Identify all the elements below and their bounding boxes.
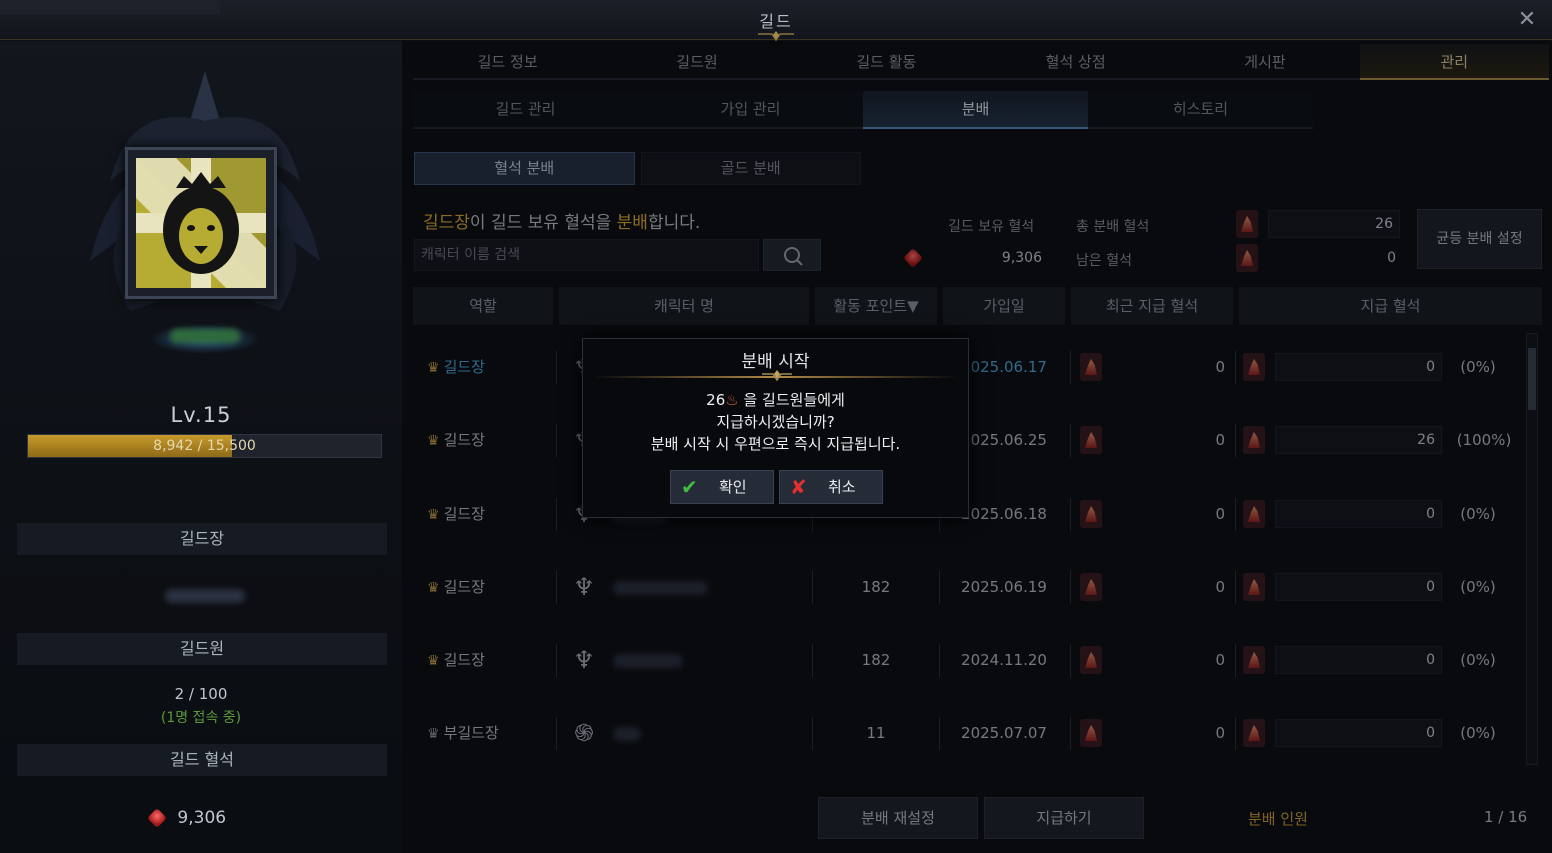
guild-members-count: 2 / 100 xyxy=(174,685,228,703)
bloodstone-icon xyxy=(147,808,167,828)
dialog-message: 26♨ 을 길드원들에게 지급하시겠습니까? 분배 시작 시 우편으로 즉시 지… xyxy=(583,389,968,455)
cancel-label: 취소 xyxy=(828,478,856,496)
lion-crest-icon xyxy=(136,158,266,288)
dialog-line-1: 26♨ 을 길드원들에게 xyxy=(583,389,968,411)
guild-online-count: (1명 접속 중) xyxy=(160,710,242,726)
check-icon: ✔ xyxy=(681,475,698,499)
close-icon[interactable]: ✕ xyxy=(1514,7,1540,33)
cancel-button[interactable]: ✘ 취소 xyxy=(779,470,883,504)
guild-leader-name-blurred xyxy=(165,589,245,603)
bloodstone-flame-icon: ♨ xyxy=(725,391,739,409)
dialog-ornament-icon xyxy=(762,370,792,382)
confirm-label: 확인 xyxy=(719,478,747,496)
dialog-line-1-rest: 을 길드원들에게 xyxy=(738,391,845,409)
cross-icon: ✘ xyxy=(790,475,807,499)
guild-leader-label: 길드장 xyxy=(17,523,387,555)
distribution-confirm-dialog: 분배 시작 26♨ 을 길드원들에게 지급하시겠습니까? 분배 시작 시 우편으… xyxy=(582,338,969,518)
dialog-amount: 26 xyxy=(706,391,726,409)
guild-members-label: 길드원 xyxy=(17,633,387,665)
dialog-line-3: 분배 시작 시 우편으로 즉시 지급됩니다. xyxy=(650,435,901,453)
guild-summary-panel: Lv.15 8,942 / 15,500 길드장 길드원 2 / 100 (1명… xyxy=(0,41,402,853)
guild-level: Lv.15 xyxy=(170,403,232,427)
window-title: 길드 xyxy=(759,12,793,31)
confirm-button[interactable]: ✔ 확인 xyxy=(670,470,774,504)
dialog-line-2: 지급하시겠습니까? xyxy=(716,413,835,431)
guild-bloodstone-amount-wrap: 9,306 xyxy=(147,808,227,828)
guild-bloodstone-label: 길드 혈석 xyxy=(17,744,387,776)
guild-emblem xyxy=(136,158,266,288)
guild-name-blurred xyxy=(170,329,240,343)
guild-emblem-frame xyxy=(125,147,277,299)
guild-bloodstone-amount: 9,306 xyxy=(177,808,227,828)
window-titlebar: 길드 ✕ xyxy=(0,0,1552,42)
modal-overlay xyxy=(402,41,1552,853)
guild-xp-bar: 8,942 / 15,500 xyxy=(27,434,382,458)
guild-xp-text: 8,942 / 15,500 xyxy=(153,438,256,454)
